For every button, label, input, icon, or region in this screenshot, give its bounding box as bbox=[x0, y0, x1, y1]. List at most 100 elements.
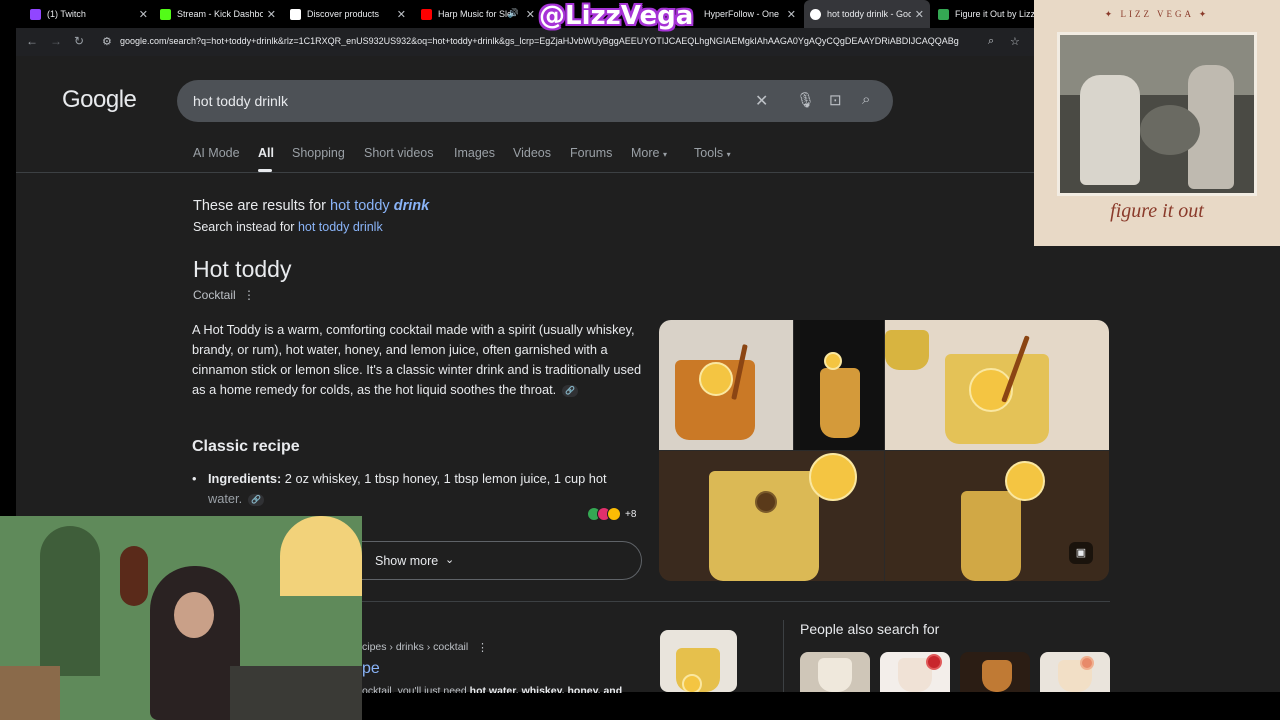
tab-close-icon[interactable]: ✕ bbox=[787, 8, 796, 21]
webcam-desk bbox=[230, 666, 362, 720]
reload-icon[interactable]: ↻ bbox=[74, 34, 84, 48]
webcam-overlay bbox=[0, 516, 362, 720]
divider bbox=[783, 620, 784, 692]
correction-prefix: These are results for bbox=[193, 198, 326, 214]
webcam-arch bbox=[40, 526, 100, 676]
tab-all[interactable]: All bbox=[258, 146, 274, 160]
mug-shape bbox=[982, 660, 1012, 692]
divider bbox=[16, 172, 1034, 173]
snippet-text: ocktail, you'll just need bbox=[362, 685, 467, 693]
original-query-link[interactable]: hot toddy drinlk bbox=[298, 220, 383, 234]
tab-harp-music[interactable]: Harp Music for Sle 🔊 ✕ bbox=[421, 0, 535, 28]
tab-label: Harp Music for Sle bbox=[438, 9, 510, 19]
instead-prefix: Search instead for bbox=[193, 220, 295, 234]
zoom-icon[interactable]: ⌕ bbox=[988, 35, 994, 48]
lemon-slice bbox=[809, 453, 857, 501]
lemon-slice bbox=[1005, 461, 1045, 501]
stream-handle-overlay: @LizzVega bbox=[539, 1, 694, 31]
tab-close-icon[interactable]: ✕ bbox=[139, 8, 148, 21]
tab-close-icon[interactable]: ✕ bbox=[267, 8, 276, 21]
ingredients-item: • Ingredients: 2 oz whiskey, 1 tbsp hone… bbox=[192, 469, 642, 509]
source-icon bbox=[607, 507, 621, 521]
tab-kick[interactable]: Stream - Kick Dashboar ✕ bbox=[160, 0, 276, 28]
tab-discover-products[interactable]: Discover products ✕ bbox=[290, 0, 406, 28]
webcam-lamp bbox=[280, 516, 362, 596]
gallery-image[interactable] bbox=[885, 320, 1109, 450]
star-anise bbox=[755, 491, 777, 513]
tab-figure-it-out[interactable]: Figure it Out by Lizz V bbox=[938, 0, 1034, 28]
more-options-icon[interactable]: ⋮ bbox=[477, 641, 488, 654]
tab-forums[interactable]: Forums bbox=[570, 146, 612, 160]
tab-short-videos[interactable]: Short videos bbox=[364, 146, 433, 160]
tab-shopping[interactable]: Shopping bbox=[292, 146, 345, 160]
webcam-guitar bbox=[120, 546, 148, 606]
tab-more[interactable]: More ▾ bbox=[631, 146, 667, 160]
show-more-label: Show more bbox=[375, 554, 439, 568]
related-search-thumbnail[interactable] bbox=[960, 652, 1030, 692]
gallery-image[interactable] bbox=[659, 320, 793, 450]
close-icon[interactable]: ✕ bbox=[755, 91, 768, 111]
tab-tools[interactable]: Tools ▾ bbox=[694, 146, 731, 160]
search-input[interactable]: hot toddy drinlk ✕ 🎙 ⊡ ⌕ bbox=[177, 80, 893, 122]
image-search-icon[interactable]: ▣ bbox=[1069, 542, 1093, 564]
related-search-thumbnail[interactable] bbox=[800, 652, 870, 692]
star-anise bbox=[824, 352, 842, 370]
webcam-face bbox=[174, 592, 214, 638]
chevron-down-icon: ▾ bbox=[662, 150, 667, 159]
search-icon[interactable]: ⌕ bbox=[862, 91, 870, 108]
tab-hyperfollow[interactable]: HyperFollow - One pag ✕ bbox=[704, 0, 796, 28]
back-arrow-icon[interactable]: ← bbox=[26, 34, 38, 48]
tab-close-icon[interactable]: ✕ bbox=[526, 8, 535, 21]
webcam-person bbox=[150, 566, 240, 720]
tab-close-icon[interactable]: ✕ bbox=[397, 8, 406, 21]
album-photo bbox=[1057, 32, 1257, 196]
bullet: • bbox=[192, 471, 197, 486]
site-settings-icon[interactable]: ⚙ bbox=[102, 35, 112, 48]
chevron-down-icon: ⌄ bbox=[445, 554, 455, 566]
bookmark-star-icon[interactable]: ☆ bbox=[1010, 35, 1020, 48]
related-search-thumbnail[interactable] bbox=[1040, 652, 1110, 692]
address-bar[interactable]: ⚙ google.com/search?q=hot+toddy+drinlk&r… bbox=[102, 31, 1034, 53]
image-gallery[interactable] bbox=[659, 320, 1109, 581]
google-logo[interactable]: Google bbox=[62, 86, 137, 114]
tab-videos[interactable]: Videos bbox=[513, 146, 551, 160]
show-more-button[interactable]: Show more ⌄ bbox=[340, 541, 642, 580]
source-favicons[interactable]: +8 bbox=[587, 506, 636, 522]
glass-shape bbox=[820, 368, 860, 438]
related-search-thumbnail[interactable] bbox=[880, 652, 950, 692]
speaker-icon[interactable]: 🔊 bbox=[508, 8, 519, 19]
tab-label: hot toddy drinlk - Goo bbox=[827, 9, 911, 19]
gallery-image[interactable] bbox=[794, 320, 884, 450]
corrected-query-link[interactable]: hot toddy drink bbox=[330, 198, 429, 214]
album-title: figure it out bbox=[1110, 200, 1204, 222]
artist-name: LIZZ VEGA bbox=[1120, 9, 1194, 19]
screen: (1) Twitch ✕ Stream - Kick Dashboar ✕ Di… bbox=[0, 0, 1280, 720]
result-title-link[interactable]: pe bbox=[362, 660, 380, 678]
ingredients-text-faded: water. bbox=[208, 491, 243, 506]
result-snippet: ocktail, you'll just need hot water, whi… bbox=[362, 685, 642, 693]
page-icon bbox=[938, 8, 949, 20]
lemon-slice bbox=[682, 674, 702, 692]
tab-twitch[interactable]: (1) Twitch ✕ bbox=[30, 0, 148, 28]
twitch-icon bbox=[30, 8, 41, 20]
result-breadcrumb: cipes › drinks › cocktail bbox=[362, 641, 469, 653]
knowledge-subtitle: Cocktail bbox=[193, 288, 236, 302]
camera-lens-icon[interactable]: ⊡ bbox=[829, 91, 842, 109]
webcam-harp bbox=[0, 666, 60, 720]
people-also-search-heading: People also search for bbox=[800, 621, 940, 637]
result-thumbnail[interactable] bbox=[660, 630, 737, 692]
tab-images[interactable]: Images bbox=[454, 146, 495, 160]
tab-google-search[interactable]: hot toddy drinlk - Goo ✕ bbox=[804, 0, 930, 28]
tab-close-icon[interactable]: ✕ bbox=[915, 8, 924, 21]
more-options-icon[interactable]: ⋮ bbox=[243, 288, 255, 302]
album-artist: ✦ LIZZ VEGA ✦ bbox=[1104, 9, 1210, 19]
link-icon[interactable]: 🔗 bbox=[562, 384, 579, 397]
forward-arrow-icon[interactable]: → bbox=[50, 34, 62, 48]
gallery-image[interactable] bbox=[659, 451, 884, 581]
link-icon[interactable]: 🔗 bbox=[248, 493, 265, 506]
recipe-heading: Classic recipe bbox=[192, 438, 300, 455]
garnish bbox=[1080, 656, 1094, 670]
tab-label: Figure it Out by Lizz V bbox=[955, 9, 1034, 19]
microphone-icon[interactable]: 🎙 bbox=[796, 91, 815, 109]
tab-ai-mode[interactable]: AI Mode bbox=[193, 146, 240, 160]
